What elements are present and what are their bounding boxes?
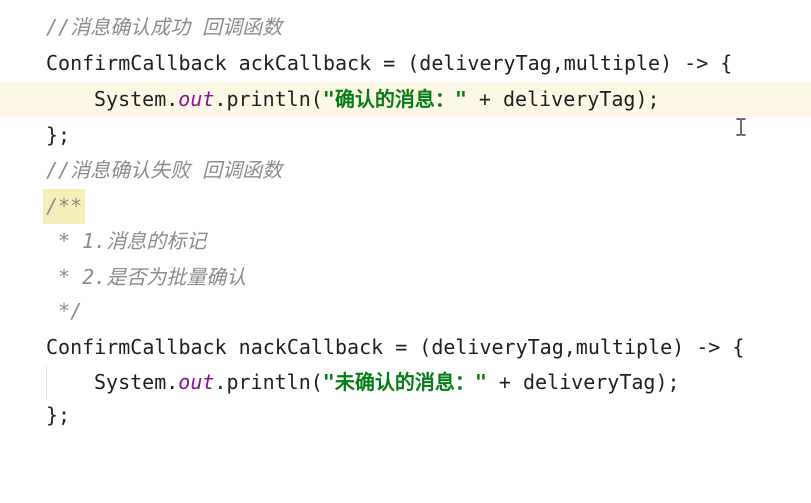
doc-comment-open: /** xyxy=(43,189,86,224)
out-field: out xyxy=(178,87,215,111)
code-line[interactable]: }; xyxy=(0,398,811,433)
doc-comment-line: * 1.消息的标记 xyxy=(46,229,207,253)
println-call: .println( xyxy=(214,87,323,111)
code-line[interactable]: ConfirmCallback ackCallback = (deliveryT… xyxy=(0,46,811,81)
doc-comment-start: /** xyxy=(43,189,86,224)
doc-comment-line: * 2.是否为批量确认 xyxy=(46,265,247,289)
system-class: System. xyxy=(94,370,179,394)
block-end: }; xyxy=(46,403,71,427)
code-line[interactable]: //消息确认成功 回调函数 xyxy=(0,10,811,45)
ack-callback-declaration: ConfirmCallback ackCallback = (deliveryT… xyxy=(46,51,733,75)
i-beam-cursor-icon xyxy=(736,118,746,136)
concat-expression: + deliveryTag); xyxy=(486,370,680,394)
code-line[interactable]: System.out.println("未确认的消息：" + deliveryT… xyxy=(0,365,811,400)
code-line[interactable]: /** xyxy=(0,189,811,224)
nack-callback-declaration: ConfirmCallback nackCallback = (delivery… xyxy=(46,335,745,359)
code-line[interactable]: }; xyxy=(0,118,811,153)
code-editor[interactable]: //消息确认成功 回调函数 ConfirmCallback ackCallbac… xyxy=(0,0,811,432)
string-literal: "未确认的消息：" xyxy=(322,370,487,394)
code-line[interactable]: * 2.是否为批量确认 xyxy=(0,260,811,295)
line-comment: //消息确认成功 回调函数 xyxy=(46,15,283,39)
system-class: System. xyxy=(94,87,179,111)
code-line-current[interactable]: System.out.println("确认的消息：" + deliveryTa… xyxy=(0,82,811,117)
code-line[interactable]: */ xyxy=(0,294,811,329)
code-line[interactable]: ConfirmCallback nackCallback = (delivery… xyxy=(0,330,811,365)
println-statement: System.out.println("确认的消息：" + deliveryTa… xyxy=(94,82,660,117)
concat-expression: + deliveryTag); xyxy=(466,87,660,111)
block-end: }; xyxy=(46,123,71,147)
out-field: out xyxy=(178,370,215,394)
line-comment: //消息确认失败 回调函数 xyxy=(46,158,283,182)
doc-comment-end: */ xyxy=(46,299,83,323)
println-call: .println( xyxy=(214,370,323,394)
code-line[interactable]: * 1.消息的标记 xyxy=(0,224,811,259)
string-literal: "确认的消息：" xyxy=(322,87,467,111)
println-statement: System.out.println("未确认的消息：" + deliveryT… xyxy=(94,365,680,400)
code-line[interactable]: //消息确认失败 回调函数 xyxy=(0,153,811,188)
